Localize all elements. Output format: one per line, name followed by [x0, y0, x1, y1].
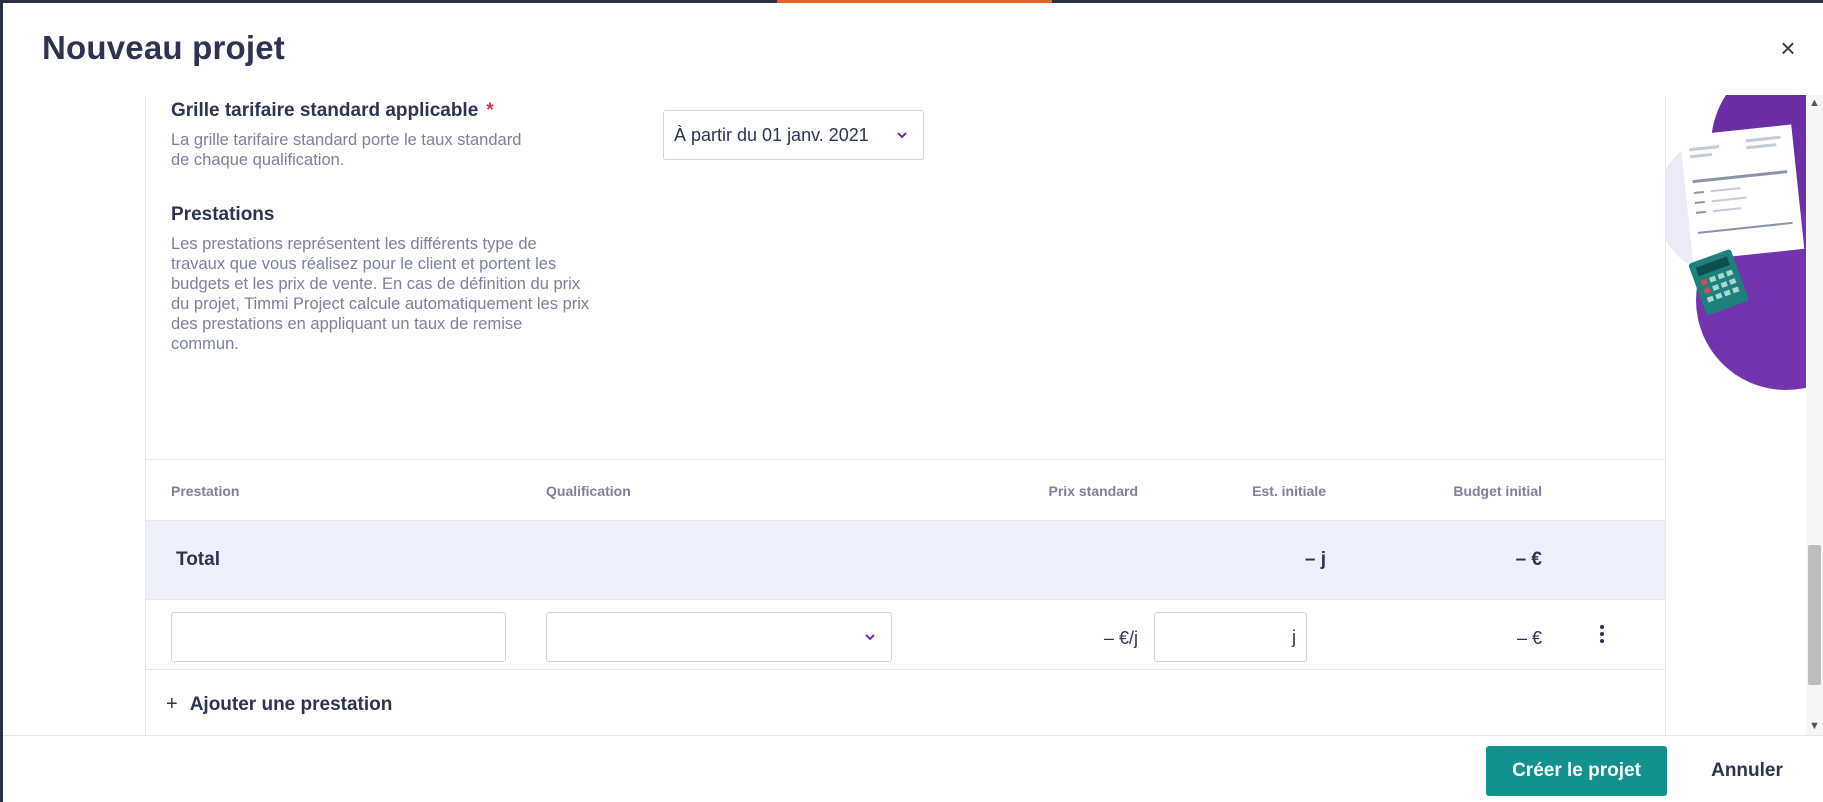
scroll-down-icon[interactable]: ▼ — [1809, 721, 1820, 732]
total-budget-value: – € — [1515, 549, 1542, 570]
total-est-value: – j — [1304, 549, 1326, 570]
cancel-button[interactable]: Annuler — [1687, 746, 1807, 796]
modal-header: Nouveau projet × — [3, 3, 1823, 95]
est-initiale-input[interactable]: j — [1154, 612, 1307, 662]
col-header-budget-initial: Budget initial — [1453, 483, 1542, 499]
col-header-prestation: Prestation — [171, 483, 240, 499]
new-project-modal: Nouveau projet × Grille tarifaire standa… — [3, 3, 1823, 802]
modal-footer: Créer le projet Annuler — [3, 735, 1823, 802]
col-header-qualification: Qualification — [546, 483, 631, 499]
project-form-card: Grille tarifaire standard applicable * La… — [145, 95, 1666, 735]
grille-title: Grille tarifaire standard applicable * — [171, 100, 494, 122]
create-project-button[interactable]: Créer le projet — [1486, 746, 1667, 796]
scroll-up-icon[interactable]: ▲ — [1809, 98, 1820, 109]
total-row: Total – j – € — [146, 520, 1665, 600]
prestation-name-input[interactable] — [171, 612, 506, 662]
plus-icon: + — [166, 693, 178, 715]
grille-select[interactable]: À partir du 01 janv. 2021 — [663, 110, 924, 160]
scrollbar-thumb[interactable] — [1808, 545, 1821, 685]
total-label: Total — [176, 549, 220, 570]
required-mark: * — [486, 100, 494, 121]
modal-title: Nouveau projet — [42, 29, 286, 66]
col-header-est-initiale: Est. initiale — [1252, 483, 1326, 499]
prix-standard-value: – €/j — [1103, 628, 1138, 648]
prestations-description: Les prestations représentent les différe… — [171, 235, 590, 353]
more-options-icon[interactable] — [1592, 622, 1612, 648]
chevron-down-icon — [897, 132, 907, 139]
grille-select-value: À partir du 01 janv. 2021 — [674, 125, 869, 145]
budget-value: – € — [1516, 628, 1542, 648]
pricing-illustration — [1666, 95, 1808, 390]
col-header-prix-standard: Prix standard — [1048, 483, 1138, 499]
close-icon[interactable]: × — [1773, 33, 1803, 63]
vertical-scrollbar[interactable]: ▲ ▼ — [1806, 95, 1823, 735]
grille-description: La grille tarifaire standard porte le ta… — [171, 131, 522, 169]
modal-body: Grille tarifaire standard applicable * La… — [3, 95, 1823, 735]
add-prestation-button[interactable]: + Ajouter une prestation — [166, 693, 392, 716]
prestations-title: Prestations — [171, 204, 275, 225]
prestation-row: – €/j j – € — [146, 600, 1665, 670]
chevron-down-icon — [865, 634, 875, 641]
est-unit: j — [1292, 627, 1296, 647]
add-prestation-label: Ajouter une prestation — [189, 694, 393, 715]
table-divider — [146, 459, 1665, 460]
grille-title-text: Grille tarifaire standard applicable — [171, 100, 479, 121]
qualification-select[interactable] — [546, 612, 892, 662]
